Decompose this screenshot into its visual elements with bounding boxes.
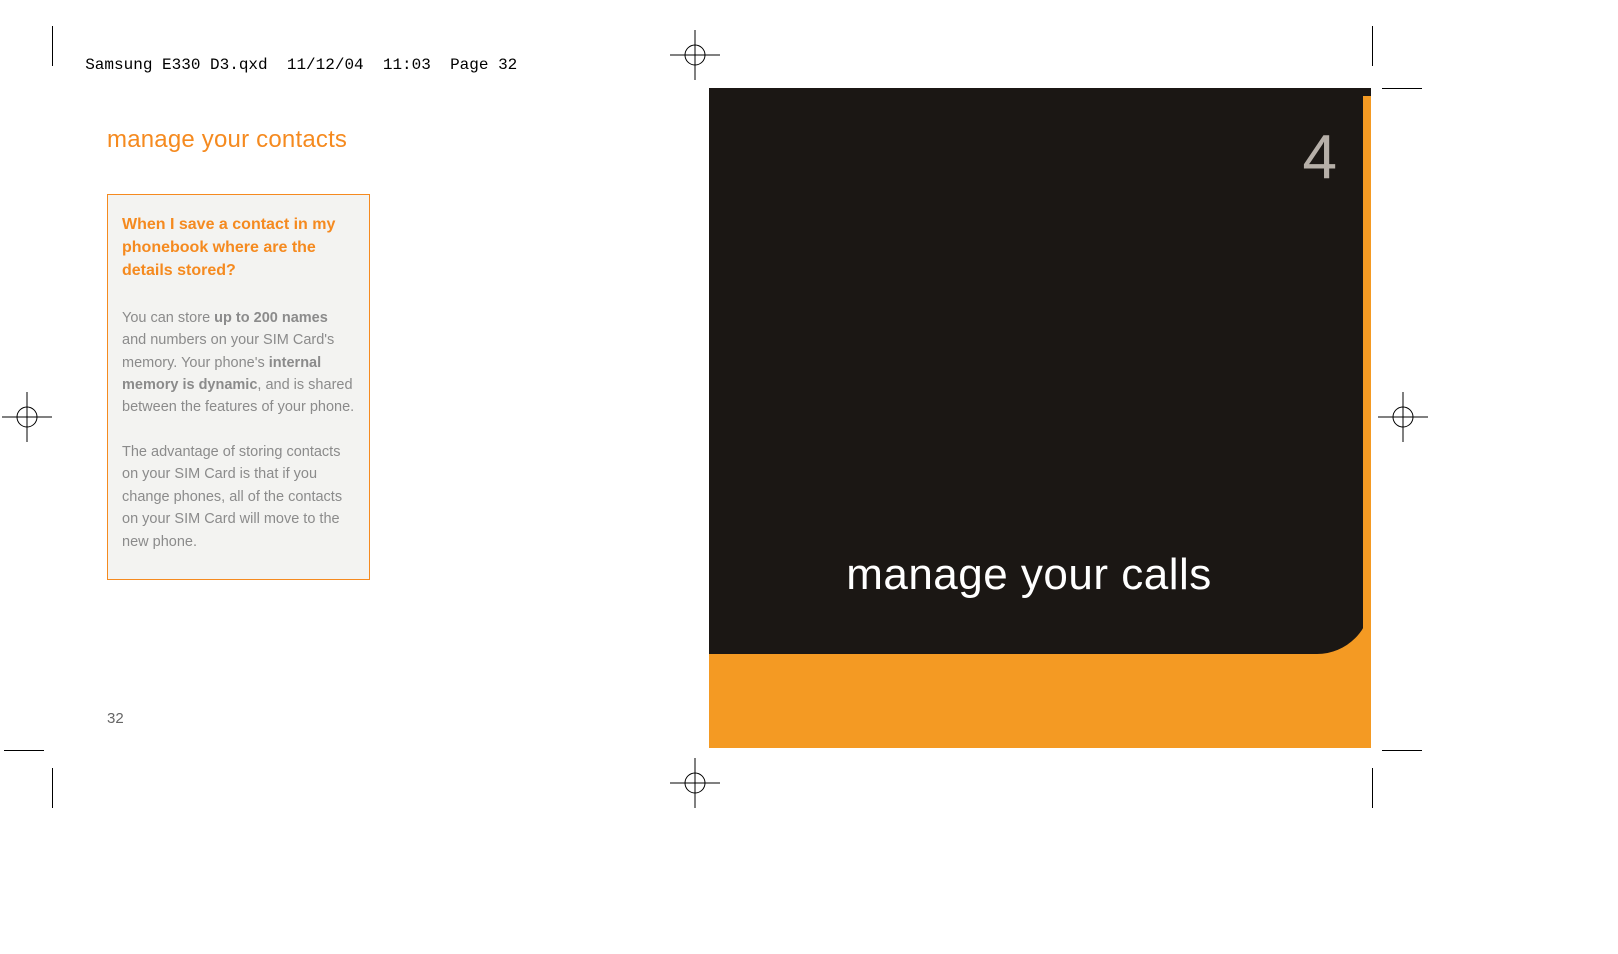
crop-mark [1382, 750, 1422, 751]
crop-mark [1372, 768, 1373, 808]
crop-mark [52, 768, 53, 808]
info-box: When I save a contact in my phonebook wh… [107, 194, 370, 580]
registration-mark-bottom [670, 758, 720, 808]
black-panel: 4 manage your calls [709, 88, 1371, 654]
crop-mark [4, 750, 44, 751]
crop-mark [52, 26, 53, 66]
answer-bold: up to 200 names [214, 310, 328, 326]
section-title: manage your contacts [107, 126, 347, 154]
answer-text: You can store [122, 310, 214, 326]
orange-edge [1363, 88, 1371, 654]
chapter-divider-page: 4 manage your calls [709, 88, 1371, 748]
answer-text: The advantage of storing contacts on you… [122, 444, 342, 550]
registration-mark-top [670, 30, 720, 80]
crop-mark [1382, 88, 1422, 89]
registration-mark-left [2, 392, 52, 442]
crop-mark [1372, 26, 1373, 66]
orange-band [709, 654, 1371, 748]
page-number: 32 [107, 710, 124, 727]
chapter-title: manage your calls [709, 550, 1349, 600]
info-answer: You can store up to 200 names and number… [122, 307, 355, 554]
chapter-number: 4 [1303, 122, 1337, 193]
file-header-text: Samsung E330 D3.qxd 11/12/04 11:03 Page … [85, 56, 517, 74]
registration-mark-right [1378, 392, 1428, 442]
info-question: When I save a contact in my phonebook wh… [122, 213, 355, 283]
file-header: Samsung E330 D3.qxd 11/12/04 11:03 Page … [66, 38, 517, 74]
